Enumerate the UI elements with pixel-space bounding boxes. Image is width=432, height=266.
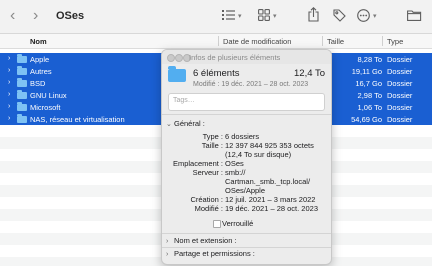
row-kind: Dossier — [387, 66, 413, 76]
row-size: 8,28 To — [357, 54, 382, 64]
row-name: Autres — [30, 66, 52, 76]
disclosure-arrow-icon[interactable]: › — [8, 67, 10, 74]
server-label: Serveur : — [192, 168, 223, 177]
folder-icon — [168, 66, 186, 82]
panel-titlebar: Infos de plusieurs éléments — [162, 50, 331, 64]
size-value: 12 397 844 925 353 octets — [225, 141, 314, 150]
server-value: OSes/Apple — [225, 186, 266, 195]
tag-icon[interactable] — [333, 9, 346, 24]
row-name: Apple — [30, 54, 50, 64]
column-header: Nom Date de modification Taille Type — [0, 34, 432, 49]
info-panel: Infos de plusieurs éléments 6 éléments 1… — [161, 49, 332, 265]
total-size: 12,4 To — [294, 68, 325, 79]
column-modified[interactable]: Date de modification — [223, 37, 291, 46]
divider — [162, 247, 331, 248]
divider — [162, 114, 331, 115]
row-name: GNU Linux — [30, 90, 67, 100]
general-section-header[interactable]: ⌄ Général : — [166, 119, 205, 128]
column-size[interactable]: Taille — [327, 37, 344, 46]
column-divider — [382, 36, 383, 46]
window-title: OSes — [56, 10, 85, 22]
modified-value: 19 déc. 2021 – 28 oct. 2023 — [225, 204, 318, 213]
size-label: Taille : — [201, 141, 223, 150]
row-kind: Dossier — [387, 78, 413, 88]
list-view-icon[interactable] — [222, 9, 235, 23]
chevron-right-icon: › — [166, 238, 169, 245]
column-kind[interactable]: Type — [387, 37, 403, 46]
locked-label: Verrouillé — [222, 219, 254, 228]
chevron-down-icon[interactable]: ▾ — [373, 12, 377, 20]
row-size: 16,7 Go — [355, 78, 382, 88]
row-size: 54,69 Go — [351, 114, 382, 124]
server-value: Cartman._smb._tcp.local/ — [225, 177, 311, 186]
new-folder-icon[interactable] — [407, 9, 422, 23]
size-disk-value: (12,4 To sur disque) — [225, 150, 292, 159]
tags-input[interactable]: Tags… — [168, 93, 325, 111]
chevron-down-icon[interactable]: ▾ — [238, 12, 242, 20]
column-divider — [322, 36, 323, 46]
created-value: 12 juil. 2021 – 3 mars 2022 — [225, 195, 316, 204]
disclosure-arrow-icon[interactable]: › — [8, 115, 10, 122]
row-name: BSD — [30, 78, 46, 88]
folder-icon — [17, 102, 27, 111]
panel-title: Infos de plusieurs éléments — [189, 53, 281, 62]
close-button[interactable] — [167, 54, 175, 62]
back-button[interactable]: ‹ — [10, 8, 15, 24]
type-label: Type : — [202, 132, 223, 141]
chevron-down-icon[interactable]: ▾ — [273, 12, 277, 20]
disclosure-arrow-icon[interactable]: › — [8, 103, 10, 110]
more-icon[interactable] — [357, 9, 370, 24]
locked-checkbox[interactable] — [213, 220, 221, 228]
sharing-section-header[interactable]: › Partage et permissions : — [166, 249, 255, 258]
folder-icon — [17, 78, 27, 87]
disclosure-arrow-icon[interactable]: › — [8, 91, 10, 98]
modified-label: Modifié : — [194, 204, 223, 213]
folder-icon — [17, 66, 27, 75]
column-divider — [218, 36, 219, 46]
minimize-button[interactable] — [175, 54, 183, 62]
disclosure-arrow-icon[interactable]: › — [8, 79, 10, 86]
row-kind: Dossier — [387, 54, 413, 64]
folder-icon — [17, 54, 27, 63]
chevron-down-icon: ⌄ — [166, 121, 172, 128]
column-name[interactable]: Nom — [30, 37, 47, 46]
row-kind: Dossier — [387, 102, 413, 112]
share-icon[interactable] — [308, 7, 319, 24]
toolbar: ‹ › OSes ▾ ▾ ▾ — [0, 0, 432, 34]
created-label: Création : — [190, 195, 223, 204]
location-value: OSes — [225, 159, 244, 168]
row-size: 2,98 To — [357, 90, 382, 100]
location-label: Emplacement : — [172, 159, 223, 168]
row-size: 1,06 To — [357, 102, 382, 112]
grid-view-icon[interactable] — [258, 9, 270, 23]
type-value: 6 dossiers — [225, 132, 260, 141]
chevron-right-icon: › — [166, 251, 169, 258]
modified-range: Modifié : 19 déc. 2021 – 28 oct. 2023 — [193, 81, 309, 88]
row-size: 19,11 Go — [351, 66, 382, 76]
divider — [162, 233, 331, 234]
row-name: NAS, réseau et virtualisation — [30, 114, 125, 124]
row-kind: Dossier — [387, 114, 413, 124]
forward-button[interactable]: › — [33, 8, 38, 24]
item-count: 6 éléments — [193, 68, 240, 79]
tags-placeholder: Tags… — [173, 97, 195, 104]
folder-icon — [17, 114, 27, 123]
server-value: smb:// — [225, 168, 246, 177]
row-kind: Dossier — [387, 90, 413, 100]
name-extension-section-header[interactable]: › Nom et extension : — [166, 236, 237, 245]
folder-icon — [17, 90, 27, 99]
row-name: Microsoft — [30, 102, 61, 112]
disclosure-arrow-icon[interactable]: › — [8, 55, 10, 62]
